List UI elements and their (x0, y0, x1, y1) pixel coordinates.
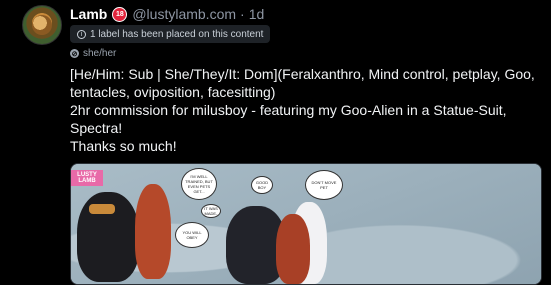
info-icon: i (77, 29, 86, 39)
author-handle[interactable]: @lustylamb.com (132, 6, 236, 22)
post-timestamp[interactable]: 1d (249, 6, 265, 22)
character-fox-right (276, 214, 310, 284)
post-body: [He/Him: Sub | She/They/It: Dom](Feralxa… (70, 65, 545, 155)
speech-bubble: I'M WELL TRAINED, BUT EVEN PETS GET... (181, 168, 217, 200)
post-text-line: 2hr commission for milusboy - featuring … (70, 102, 507, 136)
speech-bubble: IT WAS MADE- (201, 204, 221, 218)
character-collar-left (89, 204, 115, 214)
pronouns-text: she/her (83, 48, 117, 59)
post-image[interactable]: LUSTY LAMB I'M WELL TRAINED, BUT EVEN PE… (70, 163, 542, 285)
artist-credit (105, 170, 147, 184)
author-avatar[interactable] (22, 5, 62, 45)
age-restriction-badge: 18 (112, 6, 128, 22)
speech-bubble: YOU WILL OBEY (175, 222, 209, 248)
pronoun-icon: ⊘ (70, 49, 79, 58)
post[interactable]: Lamb 18 @lustylamb.com · 1d i 1 label ha… (0, 0, 551, 285)
content-label-text: 1 label has been placed on this content (90, 28, 264, 40)
separator-dot: · (240, 6, 245, 22)
pronouns: ⊘ she/her (70, 48, 116, 59)
artist-logo: LUSTY LAMB (71, 170, 103, 186)
post-text-line: Thanks so much! (70, 138, 177, 154)
author-name[interactable]: Lamb (70, 6, 107, 22)
post-header: Lamb 18 @lustylamb.com · 1d (70, 5, 264, 23)
speech-bubble: GOOD BOY (251, 176, 273, 194)
post-text-line: [He/Him: Sub | She/They/It: Dom](Feralxa… (70, 66, 535, 100)
content-label-notice[interactable]: i 1 label has been placed on this conten… (70, 25, 271, 43)
speech-bubble: DON'T MOVE PET (305, 170, 343, 200)
character-fox-left (135, 184, 171, 279)
